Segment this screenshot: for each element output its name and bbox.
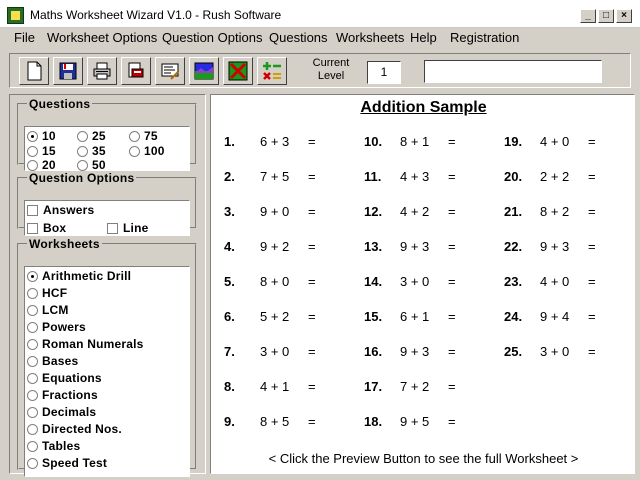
print-preview-icon [128,62,144,78]
picture-button[interactable] [189,57,219,85]
worksheets-options-box: Arithmetic Drill HCF LCM Powers Roman Nu… [24,266,190,477]
operators-icon [263,62,281,80]
worksheets-group-title: Worksheets [29,237,100,251]
radio-button[interactable] [27,145,38,157]
clear-cross-icon [228,61,248,81]
clear-button[interactable] [223,57,253,85]
checkbox[interactable] [107,222,118,234]
new-button[interactable] [19,57,49,85]
questions-option-50[interactable]: 50 [77,158,106,172]
question-options-group-title: Question Options [29,171,135,185]
worksheet-directed-nos[interactable]: Directed Nos. [27,422,122,436]
questions-option-10[interactable]: 10 [27,129,56,143]
worksheet-roman-numerals[interactable]: Roman Numerals [27,337,144,351]
print-icon [93,62,111,80]
minimize-button[interactable]: _ [580,9,596,23]
worksheet-powers[interactable]: Powers [27,320,86,334]
save-button[interactable] [53,57,83,85]
options-sidebar: Questions 10 25 75 15 35 100 20 50 Quest… [9,94,206,477]
checkbox[interactable] [27,222,38,234]
worksheet-hcf[interactable]: HCF [27,286,67,300]
menu-question-options[interactable]: Question Options [162,30,262,45]
radio-button[interactable] [27,355,38,367]
title-bar: Maths Worksheet Wizard V1.0 - Rush Softw… [0,0,640,28]
worksheet-arithmetic-drill[interactable]: Arithmetic Drill [27,269,131,283]
radio-button[interactable] [27,159,38,171]
radio-button[interactable] [77,145,88,157]
radio-button[interactable] [77,159,88,171]
worksheet-decimals[interactable]: Decimals [27,405,96,419]
questions-option-25[interactable]: 25 [77,129,106,143]
picture-icon [194,62,214,80]
menu-worksheet-options[interactable]: Worksheet Options [47,30,157,45]
worksheet-fractions[interactable]: Fractions [27,388,98,402]
question-options-box: Answers Box Line [24,200,190,236]
maximize-button[interactable]: □ [598,9,614,23]
toolbar: Current Level 1 [9,53,631,88]
worksheet-tables[interactable]: Tables [27,439,80,453]
edit-text-icon [161,63,179,80]
close-button[interactable]: × [616,9,632,23]
app-icon [7,7,24,24]
questions-option-15[interactable]: 15 [27,144,56,158]
menu-bar: File Worksheet Options Question Options … [0,28,640,47]
radio-button[interactable] [27,389,38,401]
current-level-field[interactable]: 1 [367,61,401,84]
menu-help[interactable]: Help [410,30,437,45]
questions-option-20[interactable]: 20 [27,158,56,172]
operators-button[interactable] [257,57,287,85]
questions-option-100[interactable]: 100 [129,144,165,158]
box-checkbox[interactable]: Box [27,221,66,235]
radio-button[interactable] [27,372,38,384]
questions-group: Questions 10 25 75 15 35 100 20 50 [17,97,197,172]
window-title: Maths Worksheet Wizard V1.0 - Rush Softw… [30,8,282,22]
menu-questions[interactable]: Questions [269,30,328,45]
radio-button[interactable] [129,130,140,142]
radio-button[interactable] [27,321,38,333]
answers-checkbox[interactable]: Answers [27,203,94,217]
worksheet-equations[interactable]: Equations [27,371,102,385]
print-preview-button[interactable] [121,57,151,85]
radio-button[interactable] [27,440,38,452]
worksheet-lcm[interactable]: LCM [27,303,69,317]
worksheets-group: Worksheets Arithmetic Drill HCF LCM Powe… [17,237,197,477]
radio-button[interactable] [129,145,140,157]
save-disk-icon [59,62,77,80]
radio-button[interactable] [27,270,38,282]
worksheet-speed-test[interactable]: Speed Test [27,456,107,470]
window-controls: _ □ × [580,9,632,23]
radio-button[interactable] [27,457,38,469]
questions-option-75[interactable]: 75 [129,129,158,143]
radio-button[interactable] [27,423,38,435]
current-level-label: Current Level [312,57,350,82]
radio-button[interactable] [27,304,38,316]
checkbox[interactable] [27,204,38,216]
questions-options-box: 10 25 75 15 35 100 20 50 [24,126,190,172]
radio-button[interactable] [27,287,38,299]
radio-button[interactable] [77,130,88,142]
radio-button[interactable] [27,130,38,142]
radio-button[interactable] [27,338,38,350]
worksheet-bases[interactable]: Bases [27,354,78,368]
questions-option-35[interactable]: 35 [77,144,106,158]
questions-group-title: Questions [29,97,91,111]
new-document-icon [27,61,42,81]
edit-button[interactable] [155,57,185,85]
status-field [424,60,602,83]
preview-hint: < Click the Preview Button to see the fu… [268,451,579,466]
line-checkbox[interactable]: Line [107,221,148,235]
print-button[interactable] [87,57,117,85]
radio-button[interactable] [27,406,38,418]
menu-worksheets[interactable]: Worksheets [336,30,404,45]
worksheet-title: Addition Sample [360,99,487,116]
worksheet-preview: Addition Sample 1. 6 + 3 = 2. 7 + 5 = 3. 9 + … [210,94,635,474]
question-options-group: Question Options Answers Box Line [17,171,197,236]
menu-file[interactable]: File [14,30,35,45]
menu-registration[interactable]: Registration [450,30,519,45]
